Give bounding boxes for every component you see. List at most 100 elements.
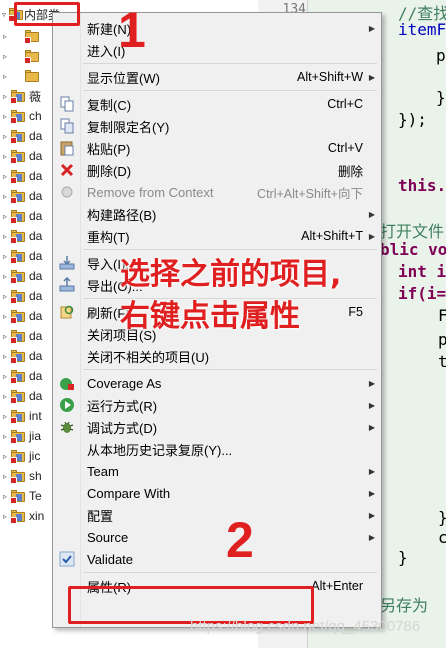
menu-item-shortcut: Alt+Shift+W <box>297 70 363 84</box>
run-icon <box>59 397 75 413</box>
code-line: } <box>438 508 446 527</box>
tree-item[interactable]: ▹ int <box>0 406 60 426</box>
menu-item-shortcut: 删除 <box>337 164 363 179</box>
tree-item[interactable]: ▹ <box>0 66 60 86</box>
tree-item[interactable]: ▹ ch <box>0 106 60 126</box>
tree-item[interactable]: ▹ da <box>0 166 60 186</box>
expand-arrow-icon[interactable]: ▹ <box>0 252 10 261</box>
code-line: } <box>436 88 446 107</box>
menu-item-label: 粘贴(P) <box>87 141 131 157</box>
tree-item[interactable]: ▹ da <box>0 266 60 286</box>
code-line: 另存为 <box>380 596 429 615</box>
menu-item-28[interactable]: Validate <box>53 548 381 570</box>
menu-item-0[interactable]: 新建(N) ▶ <box>53 17 381 39</box>
expand-arrow-icon[interactable]: ▹ <box>0 152 10 161</box>
annotation-instruction-line1: 选择之前的项目, <box>120 257 342 292</box>
expand-arrow-icon[interactable]: ▹ <box>0 472 10 481</box>
menu-item-5[interactable]: 复制(C) Ctrl+C <box>53 93 381 115</box>
tree-item[interactable]: ▹ da <box>0 206 60 226</box>
expand-arrow-icon[interactable]: ▹ <box>0 452 10 461</box>
tree-item[interactable]: ▹ 薇 <box>0 86 60 106</box>
expand-arrow-icon[interactable]: ▹ <box>0 52 10 61</box>
expand-arrow-icon[interactable]: ▹ <box>0 432 10 441</box>
menu-item-label: 运行方式(R) <box>87 398 158 414</box>
tree-item-label: ch <box>29 109 42 123</box>
tree-item-label: da <box>29 149 43 163</box>
expand-arrow-icon[interactable]: ▹ <box>0 312 10 321</box>
menu-item-label: 复制(C) <box>87 97 132 113</box>
tree-item[interactable]: ▹ da <box>0 226 60 246</box>
menu-item-24[interactable]: Team ▶ <box>53 460 381 482</box>
annotation-instruction-line2: 右键点击属性 <box>120 299 300 334</box>
tree-item[interactable]: ▹ xin <box>0 506 60 526</box>
tree-item[interactable]: ▹ da <box>0 346 60 366</box>
menu-item-8[interactable]: 删除(D) 删除 <box>53 159 381 181</box>
tree-item[interactable]: ▹ da <box>0 326 60 346</box>
expand-arrow-icon[interactable]: ▹ <box>0 352 10 361</box>
expand-arrow-icon[interactable]: ▹ <box>0 292 10 301</box>
tree-item[interactable]: ▹ sh <box>0 466 60 486</box>
menu-item-11[interactable]: 重构(T) Alt+Shift+T ▶ <box>53 225 381 247</box>
collapse-arrow-icon[interactable]: ▿ <box>0 10 8 19</box>
menu-item-25[interactable]: Compare With ▶ <box>53 482 381 504</box>
menu-item-22[interactable]: 调试方式(D) ▶ <box>53 416 381 438</box>
expand-arrow-icon[interactable]: ▹ <box>0 232 10 241</box>
menu-item-7[interactable]: 粘贴(P) Ctrl+V <box>53 137 381 159</box>
menu-item-21[interactable]: 运行方式(R) ▶ <box>53 394 381 416</box>
tree-item[interactable]: ▹ da <box>0 186 60 206</box>
project-folder-icon <box>10 469 26 484</box>
tree-item[interactable]: ▹ da <box>0 146 60 166</box>
expand-arrow-icon[interactable]: ▹ <box>0 172 10 181</box>
code-line: itemF <box>398 20 446 39</box>
menu-item-label: 构建路径(B) <box>87 207 157 223</box>
menu-item-10[interactable]: 构建路径(B) ▶ <box>53 203 381 225</box>
expand-arrow-icon[interactable]: ▹ <box>0 212 10 221</box>
expand-arrow-icon[interactable]: ▹ <box>0 512 10 521</box>
menu-item-1[interactable]: 进入(I) <box>53 39 381 61</box>
expand-arrow-icon[interactable]: ▹ <box>0 192 10 201</box>
menu-item-18[interactable]: 关闭不相关的项目(U) <box>53 345 381 367</box>
tree-item[interactable]: ▹ da <box>0 386 60 406</box>
project-explorer-tree[interactable]: ▿ 内部类 ▹ ▹ ▹ ▹ 薇 ▹ ch ▹ da ▹ da ▹ da ▹ da ▹ da ▹ da ▹ da ▹ da ▹ d… <box>0 0 60 648</box>
menu-item-6[interactable]: 复制限定名(Y) <box>53 115 381 137</box>
tree-item[interactable]: ▹ <box>0 46 60 66</box>
project-folder-icon <box>10 109 26 124</box>
expand-arrow-icon[interactable]: ▹ <box>0 92 10 101</box>
tree-item-label: da <box>29 369 43 383</box>
menu-item-26[interactable]: 配置 ▶ <box>53 504 381 526</box>
menu-item-27[interactable]: Source ▶ <box>53 526 381 548</box>
tree-item[interactable]: ▹ <box>0 26 60 46</box>
menu-item-3[interactable]: 显示位置(W) Alt+Shift+W ▶ <box>53 66 381 88</box>
tree-item[interactable]: ▹ da <box>0 286 60 306</box>
package-icon <box>24 29 40 44</box>
expand-arrow-icon[interactable]: ▹ <box>0 132 10 141</box>
expand-arrow-icon[interactable]: ▹ <box>0 492 10 501</box>
menu-item-label: Compare With <box>87 485 171 501</box>
tree-item[interactable]: ▹ da <box>0 366 60 386</box>
project-folder-icon <box>10 149 26 164</box>
tree-item[interactable]: ▹ da <box>0 126 60 146</box>
remove-context-icon <box>59 184 75 200</box>
tree-item[interactable]: ▹ da <box>0 306 60 326</box>
expand-arrow-icon[interactable]: ▹ <box>0 272 10 281</box>
delete-icon <box>59 162 75 178</box>
expand-arrow-icon[interactable]: ▹ <box>0 332 10 341</box>
tree-item[interactable]: ▹ jia <box>0 426 60 446</box>
tree-item[interactable]: ▹ Te <box>0 486 60 506</box>
expand-arrow-icon[interactable]: ▹ <box>0 112 10 121</box>
expand-arrow-icon[interactable]: ▹ <box>0 392 10 401</box>
menu-item-23[interactable]: 从本地历史记录复原(Y)... <box>53 438 381 460</box>
menu-item-20[interactable]: Coverage As ▶ <box>53 372 381 394</box>
expand-arrow-icon[interactable]: ▹ <box>0 372 10 381</box>
tree-item[interactable]: ▹ da <box>0 246 60 266</box>
project-folder-icon <box>10 309 26 324</box>
submenu-arrow-icon: ▶ <box>368 231 375 241</box>
menu-item-shortcut: Alt+Enter <box>311 579 363 593</box>
tree-item-label: da <box>29 189 43 203</box>
expand-arrow-icon[interactable]: ▹ <box>0 32 10 41</box>
project-folder-icon <box>10 409 26 424</box>
expand-arrow-icon[interactable]: ▹ <box>0 72 10 81</box>
tree-item[interactable]: ▹ jic <box>0 446 60 466</box>
expand-arrow-icon[interactable]: ▹ <box>0 412 10 421</box>
menu-item-label: Coverage As <box>87 375 162 391</box>
